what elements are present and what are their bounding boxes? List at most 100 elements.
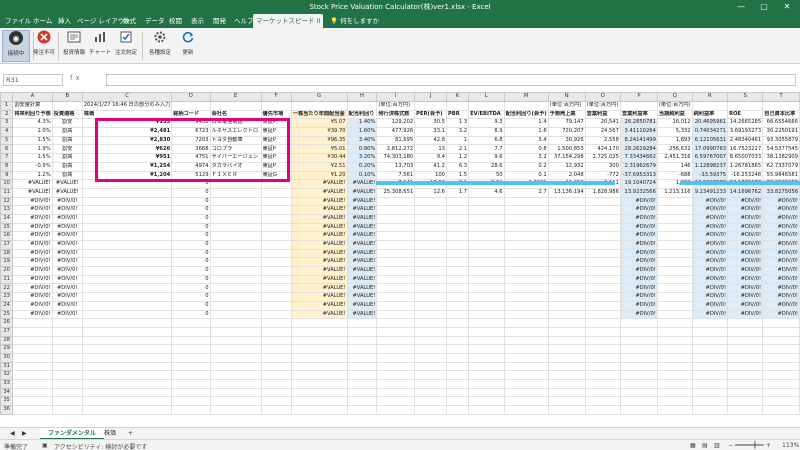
- cell[interactable]: #DIV/0!: [691, 283, 729, 294]
- cell[interactable]: #DIV/0!: [762, 274, 800, 285]
- cell[interactable]: [376, 240, 416, 250]
- cell[interactable]: [414, 387, 447, 398]
- cell[interactable]: #VALUE!: [51, 187, 83, 198]
- cell[interactable]: コロプラ: [209, 144, 262, 155]
- cell[interactable]: [584, 257, 621, 268]
- cell[interactable]: 0: [171, 240, 211, 250]
- cell[interactable]: [445, 248, 470, 259]
- cell[interactable]: [414, 248, 447, 259]
- cell[interactable]: [584, 274, 621, 285]
- cell[interactable]: [260, 248, 292, 259]
- cell[interactable]: [51, 361, 83, 372]
- cell[interactable]: #VALUE!: [346, 179, 378, 189]
- cell[interactable]: [547, 318, 586, 328]
- zoom-slider[interactable]: − ━━━━━╋━━ +: [728, 442, 771, 449]
- view-page-break-icon[interactable]: ▥: [714, 442, 720, 449]
- cell[interactable]: [691, 335, 729, 346]
- cell[interactable]: #DIV/0!: [619, 213, 658, 224]
- tab-insert[interactable]: 挿入: [55, 14, 74, 28]
- cell[interactable]: [503, 352, 549, 363]
- row-header[interactable]: 33: [0, 379, 14, 389]
- cell[interactable]: 6723: [171, 127, 211, 137]
- cell[interactable]: 0.80%: [346, 144, 378, 155]
- cell[interactable]: 割高: [51, 153, 83, 163]
- cell[interactable]: [260, 344, 292, 354]
- cell[interactable]: [260, 240, 292, 250]
- tell-me-search[interactable]: 💡 何をしますか: [327, 14, 382, 28]
- cell[interactable]: [414, 205, 447, 215]
- cell[interactable]: [468, 387, 505, 398]
- cell[interactable]: 50: [468, 170, 505, 181]
- cell[interactable]: #DIV/0!: [727, 292, 764, 302]
- cell[interactable]: [12, 318, 53, 328]
- cell[interactable]: [260, 309, 292, 320]
- tab-view[interactable]: 表示: [188, 14, 207, 28]
- cell[interactable]: サイバーエージェン: [209, 153, 262, 163]
- cell[interactable]: 1.5%: [12, 135, 53, 146]
- cell[interactable]: #VALUE!: [290, 266, 348, 276]
- cell[interactable]: 東証P: [260, 127, 292, 137]
- cell[interactable]: [445, 352, 470, 363]
- cell[interactable]: #DIV/0!: [619, 196, 658, 207]
- cell[interactable]: [260, 266, 292, 276]
- cell[interactable]: [81, 248, 173, 259]
- row-header[interactable]: 6: [0, 144, 14, 155]
- cell[interactable]: [547, 352, 586, 363]
- cell[interactable]: [584, 300, 621, 311]
- cell[interactable]: [376, 344, 416, 354]
- cell[interactable]: [656, 379, 693, 389]
- cell[interactable]: #VALUE!: [12, 179, 53, 189]
- cell[interactable]: [209, 213, 262, 224]
- cell[interactable]: [656, 231, 693, 241]
- cell[interactable]: 256,632: [656, 144, 693, 155]
- cell[interactable]: [468, 352, 505, 363]
- cell[interactable]: #VALUE!: [346, 248, 378, 259]
- cell[interactable]: 2,048: [547, 170, 586, 181]
- cell[interactable]: 株価: [81, 109, 173, 120]
- cell[interactable]: [414, 283, 447, 294]
- cell[interactable]: 7.33434662: [619, 153, 658, 163]
- cell[interactable]: #VALUE!: [290, 300, 348, 311]
- cell[interactable]: #DIV/0!: [727, 283, 764, 294]
- cell[interactable]: 1.5: [445, 170, 470, 181]
- cell[interactable]: [445, 213, 470, 224]
- column-header[interactable]: R: [691, 92, 729, 102]
- cell[interactable]: 1,213,116: [656, 187, 693, 198]
- cell[interactable]: 16.7523227: [727, 144, 764, 155]
- cell[interactable]: [414, 326, 447, 337]
- cell[interactable]: [468, 292, 505, 302]
- cell[interactable]: 6.12105631: [691, 135, 729, 146]
- cell[interactable]: 14.2665285: [727, 118, 764, 129]
- cell[interactable]: 3.2: [445, 127, 470, 137]
- cell[interactable]: ＦＩＸＥＲ: [209, 170, 262, 181]
- cell[interactable]: [547, 309, 586, 320]
- cell[interactable]: #DIV/0!: [691, 292, 729, 302]
- cell[interactable]: #DIV/0!: [51, 274, 83, 285]
- cell[interactable]: [260, 318, 292, 328]
- row-header[interactable]: 4: [0, 127, 14, 137]
- cell[interactable]: [445, 318, 470, 328]
- cell[interactable]: 割安: [51, 144, 83, 155]
- cell[interactable]: #DIV/0!: [762, 240, 800, 250]
- cell[interactable]: [260, 292, 292, 302]
- select-all-corner[interactable]: [0, 92, 14, 102]
- view-page-layout-icon[interactable]: ▤: [702, 442, 708, 449]
- cell[interactable]: 24,567: [584, 127, 621, 137]
- cell[interactable]: 2.31962679: [619, 161, 658, 172]
- cell[interactable]: EV/EBITDA: [468, 109, 505, 120]
- cell[interactable]: #DIV/0!: [12, 309, 53, 320]
- cell[interactable]: [290, 361, 348, 372]
- cell[interactable]: 8.24141499: [619, 135, 658, 146]
- cell[interactable]: 1.2: [445, 153, 470, 163]
- cell[interactable]: [290, 344, 348, 354]
- cell[interactable]: -688: [656, 170, 693, 181]
- cell[interactable]: [376, 309, 416, 320]
- cell[interactable]: #DIV/0!: [12, 257, 53, 268]
- cell[interactable]: [445, 379, 470, 389]
- tab-marketspeed[interactable]: マーケットスピード II: [253, 14, 324, 28]
- cell[interactable]: [260, 387, 292, 398]
- cell[interactable]: #VALUE!: [290, 205, 348, 215]
- cell[interactable]: [547, 300, 586, 311]
- cell[interactable]: [691, 396, 729, 407]
- cell[interactable]: 東証G: [260, 170, 292, 181]
